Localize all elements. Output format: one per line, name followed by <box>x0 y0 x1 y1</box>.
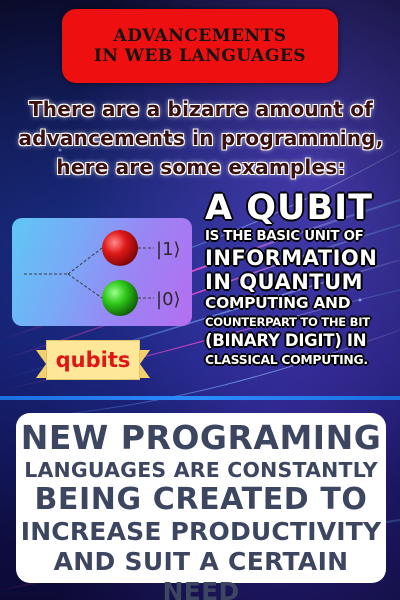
qubit-diagram: |1⟩ |0⟩ <box>24 230 181 316</box>
qubit-desc-line-7: (BINARY DIGIT) IN <box>205 330 367 350</box>
bottom-text: NEW PROGRAMING LANGUAGES ARE CONSTANTLY … <box>16 419 386 600</box>
qubit-description: A QUBIT IS THE BASIC UNIT OF INFORMATION… <box>205 188 395 368</box>
title-line-1: ADVANCEMENTS <box>113 26 287 46</box>
qubit-desc-line-2: IS THE BASIC UNIT OF <box>205 229 364 244</box>
state-one-label: |1⟩ <box>156 239 181 260</box>
ribbon-body: qubits <box>46 340 140 380</box>
qubit-desc-line-8: CLASSICAL COMPUTING. <box>205 351 368 367</box>
qubit-desc-line-3: INFORMATION <box>205 245 378 270</box>
ribbon-label: qubits <box>55 348 131 372</box>
qubit-desc-line-1: A QUBIT <box>205 188 374 228</box>
bottom-line-3: BEING CREATED TO <box>34 482 368 517</box>
qubit-desc-line-5: COMPUTING AND <box>205 293 351 312</box>
intro-line-3: here are some examples: <box>56 155 346 179</box>
qubit-desc-line-4: IN QUANTUM <box>205 269 364 294</box>
title-banner: ADVANCEMENTS IN WEB LANGUAGES <box>62 9 338 83</box>
intro-text: There are a bizarre amount of advancemen… <box>10 95 392 182</box>
state-zero-label: |0⟩ <box>156 289 181 310</box>
title-line-2: IN WEB LANGUAGES <box>93 46 307 66</box>
bottom-line-5: AND SUIT A CERTAIN NEED <box>53 547 349 600</box>
qubit-desc-line-6: COUNTERPART TO THE BIT <box>205 314 370 329</box>
ribbon-tail-right <box>140 350 150 378</box>
bottom-line-2: LANGUAGES ARE CONSTANTLY <box>24 458 378 482</box>
qubit-diagram-card: |1⟩ |0⟩ <box>12 218 192 326</box>
bottom-text-box: NEW PROGRAMING LANGUAGES ARE CONSTANTLY … <box>16 413 386 600</box>
state-one-ball <box>102 230 138 266</box>
ribbon-tail-left <box>36 350 46 378</box>
intro-line-2: advancements in programming, <box>18 126 384 150</box>
state-zero-ball <box>102 280 138 316</box>
bottom-line-4: INCREASE PRODUCTIVITY <box>20 517 382 546</box>
qubits-ribbon: qubits <box>36 340 150 382</box>
divider-line <box>0 396 400 400</box>
intro-line-1: There are a bizarre amount of <box>28 97 374 121</box>
bottom-line-1: NEW PROGRAMING <box>20 418 382 457</box>
